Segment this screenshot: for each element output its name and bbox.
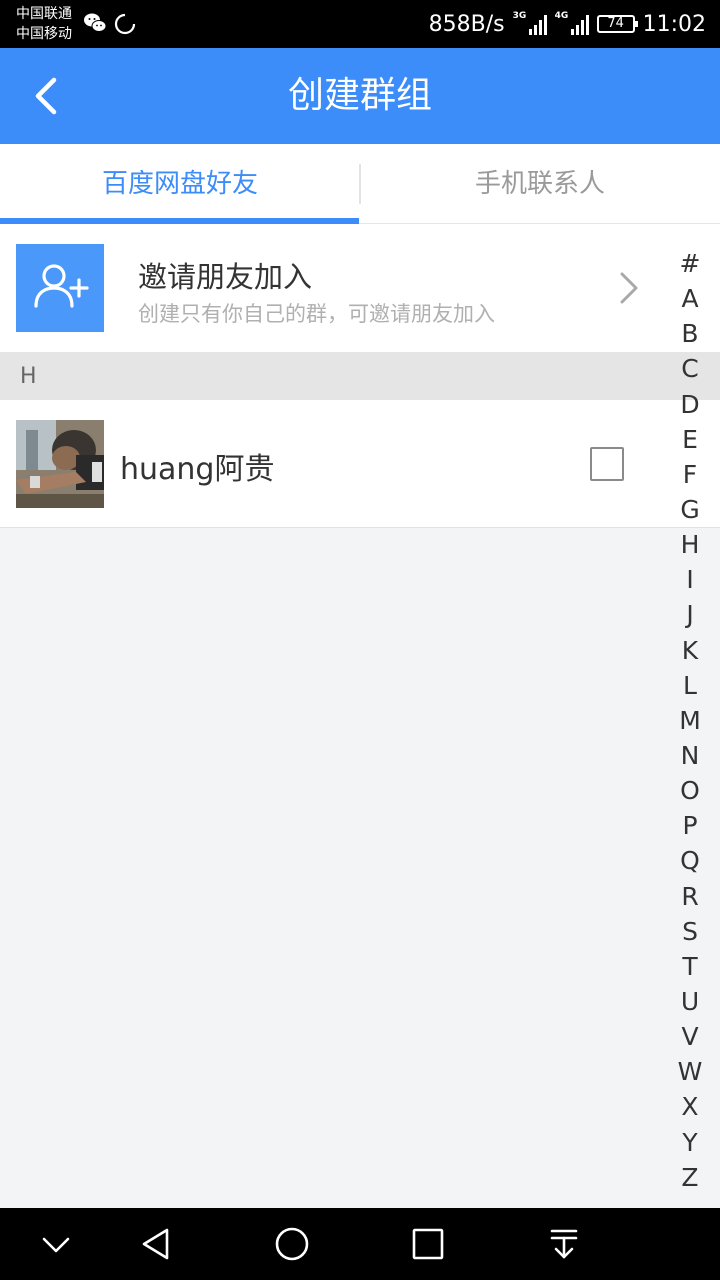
carrier-labels: 中国联通 中国移动: [16, 4, 72, 44]
back-triangle-icon[interactable]: [136, 1224, 176, 1264]
chevron-right-icon: [620, 272, 638, 304]
status-bar: 中国联通 中国移动 858B/s 3G 4G 74 11:02: [0, 0, 720, 48]
index-letter[interactable]: L: [668, 668, 712, 703]
invite-friends-row[interactable]: 邀请朋友加入 创建只有你自己的群，可邀请朋友加入: [0, 224, 720, 352]
title-bar: 创建群组: [0, 48, 720, 144]
index-letter[interactable]: T: [668, 949, 712, 984]
index-letter[interactable]: S: [668, 914, 712, 949]
home-circle-icon[interactable]: [272, 1224, 312, 1264]
section-header: H: [0, 352, 720, 400]
notification-pull-icon[interactable]: [544, 1224, 584, 1264]
invite-title: 邀请朋友加入: [138, 260, 313, 294]
signal-4g-icon: 4G: [555, 11, 589, 35]
index-letter[interactable]: Y: [668, 1125, 712, 1160]
battery-level: 74: [607, 16, 624, 31]
index-letter[interactable]: D: [668, 387, 712, 422]
index-letter[interactable]: U: [668, 984, 712, 1019]
index-letter[interactable]: B: [668, 316, 712, 351]
index-letter[interactable]: X: [668, 1089, 712, 1124]
index-letter[interactable]: H: [668, 527, 712, 562]
tab-baidu-friends[interactable]: 百度网盘好友: [0, 144, 360, 224]
index-letter[interactable]: V: [668, 1019, 712, 1054]
carrier-2: 中国移动: [16, 26, 72, 42]
index-letter[interactable]: R: [668, 879, 712, 914]
index-letter[interactable]: Z: [668, 1160, 712, 1195]
index-letter[interactable]: N: [668, 738, 712, 773]
index-letter[interactable]: P: [668, 808, 712, 843]
carrier-1: 中国联通: [16, 6, 72, 22]
signal-3g-icon: 3G: [513, 11, 547, 35]
battery-icon: 74: [596, 15, 638, 33]
contact-checkbox[interactable]: [590, 447, 624, 481]
index-letter[interactable]: W: [668, 1054, 712, 1089]
invite-subtitle: 创建只有你自己的群，可邀请朋友加入: [138, 302, 495, 326]
sync-icon: [114, 13, 136, 35]
wechat-icon: [84, 13, 107, 32]
tab-bar: 百度网盘好友 手机联系人: [0, 144, 720, 224]
network-speed: 858B/s: [428, 11, 505, 37]
index-letter[interactable]: M: [668, 703, 712, 738]
clock: 11:02: [642, 11, 706, 37]
recents-square-icon[interactable]: [408, 1224, 448, 1264]
contact-name: huang阿贵: [120, 452, 275, 487]
index-letter[interactable]: A: [668, 281, 712, 316]
index-letter[interactable]: F: [668, 457, 712, 492]
index-letter[interactable]: #: [668, 246, 712, 281]
index-letter[interactable]: C: [668, 351, 712, 386]
chevron-down-icon[interactable]: [36, 1224, 76, 1264]
index-letter[interactable]: J: [668, 597, 712, 632]
navigation-bar: [0, 1208, 720, 1280]
add-user-icon: [16, 244, 104, 332]
page-title: 创建群组: [287, 75, 432, 116]
alphabet-index[interactable]: # A B C D E F G H I J K L M N O P Q R S T U V W X Y Z: [668, 246, 712, 1195]
tab-phone-contacts[interactable]: 手机联系人: [360, 144, 720, 224]
index-letter[interactable]: K: [668, 633, 712, 668]
index-letter[interactable]: E: [668, 422, 712, 457]
index-letter[interactable]: Q: [668, 843, 712, 878]
index-letter[interactable]: G: [668, 492, 712, 527]
avatar: [16, 420, 104, 508]
contact-row[interactable]: huang阿贵: [0, 400, 720, 528]
index-letter[interactable]: O: [668, 773, 712, 808]
index-letter[interactable]: I: [668, 562, 712, 597]
